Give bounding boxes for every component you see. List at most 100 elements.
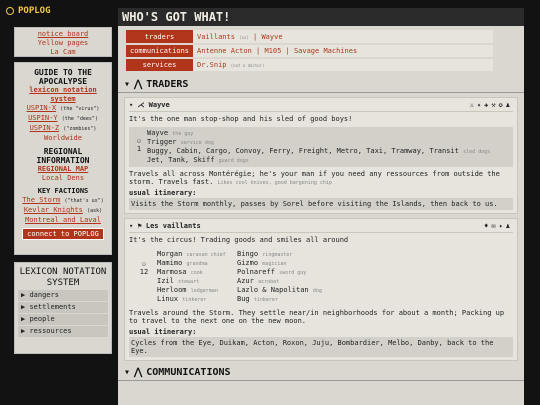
uspin-z-link[interactable]: USPIN-Z [30,124,60,132]
people-icon: ⚇ [141,260,147,268]
travel-note: Likes cool knives, good bargening chip [217,180,332,186]
member-role: cook [190,270,203,276]
uspin-y-note: (the "dees") [61,116,98,122]
member-name: Wayve [147,129,169,137]
member-role: acrobat [258,279,280,285]
guide-panel: GUIDE TO THE APOCALYPSE lexicon notation… [14,62,112,255]
factions-title: KEY FACTIONS [37,187,89,195]
lexicon-item-label: people [29,315,55,323]
traders-section-header[interactable]: ▾ ⋀ TRADERS [118,77,524,93]
lexicon-item-label: ressources [29,327,72,335]
sled-icon: ⋌ [137,101,149,109]
member-role: dog [312,288,322,294]
member-name: Morgan [157,250,183,258]
dr-snip-link[interactable]: Dr.Snip [197,61,227,69]
trader-name: Wayve [148,101,170,109]
wayve-link[interactable]: | Wayve [249,33,283,41]
collapse-icon[interactable]: ▾ [124,79,130,90]
regional-title: REGIONAL INFORMATION [36,147,90,165]
antenna-icon: ⋀ [134,367,143,378]
member-role: magician [262,261,287,267]
communications-title: COMMUNICATIONS [146,367,231,378]
communications-section-header[interactable]: ▾ ⋀ COMMUNICATIONS [118,365,524,381]
lexicon-item-dangers[interactable]: ▶ dangers [18,290,108,301]
kevlar-link[interactable]: Kevlar Knights [24,206,83,214]
member-name: Marmosa [157,268,187,276]
member-name: Polnareff [237,268,275,276]
itinerary-label: usual itinerary: [129,328,197,336]
local-dens-link[interactable]: Local Dens [18,174,108,183]
storm-link[interactable]: The Storm [22,196,60,204]
summary-note: (ss) [239,34,249,40]
la-cam-link[interactable]: La Cam [15,48,111,57]
trader-name: Les vaillants [145,222,201,230]
member-name: Linux [157,295,179,303]
lexicon-item-people[interactable]: ▶ people [18,314,108,325]
member-role: the guy [172,131,194,137]
member-role: ringmaster [262,252,293,258]
member-role: stewart [178,279,200,285]
kevlar-note: (ask) [87,208,103,214]
people-icon: ⚇ [136,137,142,145]
member-role: sled dogs [463,149,491,155]
montreal-laval-link[interactable]: Montreal and Laval [18,216,108,225]
member-name: Bingo [237,250,259,258]
collapse-icon[interactable]: ▾ [124,367,130,378]
member-count: 1 [136,145,142,153]
itinerary-text: Visits the Storm monthly, passes by Sore… [129,198,513,210]
member-name: Bug [237,295,250,303]
member-role: tinkerer [182,297,207,303]
yellow-pages-link[interactable]: Yellow pages [15,39,111,48]
brand-name: POPLOG [18,6,51,16]
member-role: guard dogs [218,158,249,164]
lexicon-item-label: settlements [29,303,76,311]
member-role: sword guy [279,270,307,276]
notice-board-link[interactable]: notice board [15,30,111,39]
uspin-x-note: (the "virus") [60,106,100,112]
lexicon-panel: LEXICON NOTATION SYSTEM ▶ dangers ▶ sett… [14,262,112,354]
trader-tags-icons: ⚔✦✚⚒✪♟ [469,101,513,109]
guide-title: GUIDE TO THE APOCALYPSE [34,68,92,86]
summary-cat-communications[interactable]: communications [126,44,194,59]
page-title: WHO'S GOT WHAT! [118,8,524,26]
lexicon-link[interactable]: lexicon notation system [18,86,108,104]
brand-bar[interactable]: POPLOG [0,0,114,22]
communications-links[interactable]: Antenne Acton | M105 | Savage Machines [193,44,494,59]
connect-button[interactable]: connect to POPLOG [22,228,104,240]
member-name: Gizmo [237,259,259,267]
vaillants-card: ▾ ⚑ Les vaillants ♦✉✦♟ It's the circus! … [124,218,518,361]
member-name: Buggy, Cabin, Cargo, Convoy, Ferry, Frei… [147,147,459,155]
uspin-x-link[interactable]: USPIN-X [27,104,57,112]
storm-note: ("that's us") [64,198,104,204]
vaillants-link[interactable]: Vaillants [197,33,235,41]
traders-icon: ⋀ [134,79,143,90]
trader-tags-icons: ♦✉✦♟ [484,222,513,230]
uspin-z-note: ("zombies") [63,126,97,132]
travel-desc: Travels around the Storm. They settle ne… [129,309,505,325]
member-name: Trigger [147,138,177,146]
lexicon-item-ressources[interactable]: ▶ ressources [18,326,108,337]
member-role: service dog [180,140,214,146]
summary-note: (not a doctor) [230,63,265,68]
roster-col-right: Bingo ringmaster Gizmo magician Polnaref… [237,250,347,304]
member-role: grandma [186,261,208,267]
member-name: Herloom [157,286,187,294]
member-name: Jet, Tank, Skiff [147,156,215,164]
flag-icon: ⚑ [137,222,146,230]
poplog-logo-icon [6,7,14,15]
lexicon-title: LEXICON NOTATION SYSTEM [19,267,107,288]
member-role: ledgerman [190,288,218,294]
lexicon-item-settlements[interactable]: ▶ settlements [18,302,108,313]
member-name: Mamimo [157,259,183,267]
summary-cat-traders[interactable]: traders [126,30,194,45]
trader-desc: It's the circus! Trading goods and smile… [129,236,349,244]
regional-map-link[interactable]: REGIONAL MAP [18,165,108,174]
roster: ⚇ 12 Morgan caravan chief Mamimo grandma … [129,248,513,306]
uspin-y-link[interactable]: USPIN-Y [28,114,58,122]
trader-desc: It's the one man stop-shop and his sled … [129,115,353,123]
roster: ⚇ 1 Wayve the guy Trigger service dog Bug… [129,127,513,167]
roster-col-left: Morgan caravan chief Mamimo grandma Marm… [157,250,237,304]
worldwide-link[interactable]: Worldwide [18,134,108,143]
itinerary-label: usual itinerary: [129,189,197,197]
summary-cat-services[interactable]: services [126,58,194,73]
